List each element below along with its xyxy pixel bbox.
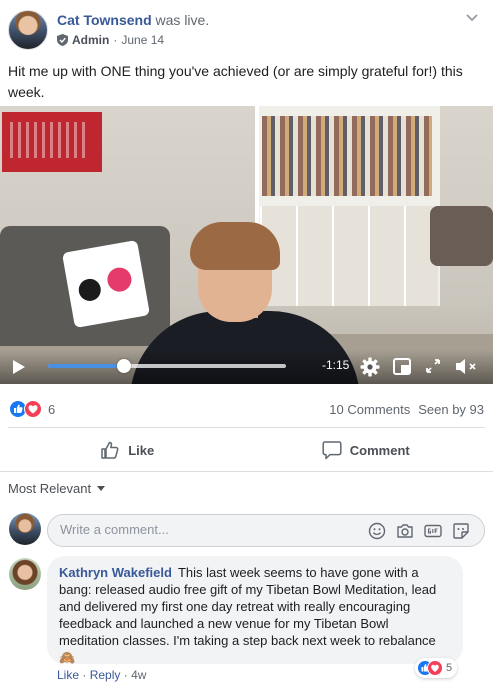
comment-input[interactable] xyxy=(60,522,350,537)
post-action-bar: Like Comment xyxy=(8,427,485,472)
thumbs-up-icon xyxy=(101,441,119,459)
play-icon[interactable] xyxy=(12,359,26,375)
books xyxy=(262,116,432,196)
comment-reaction-icons xyxy=(417,660,443,676)
comment-reply-link[interactable]: Reply xyxy=(90,668,121,682)
love-reaction-icon xyxy=(24,400,42,418)
like-label: Like xyxy=(128,442,155,458)
comment-age[interactable]: 4w xyxy=(131,668,146,682)
comment-reactions[interactable]: 5 xyxy=(415,658,458,678)
current-user-avatar xyxy=(9,513,41,545)
sticker-icon[interactable] xyxy=(452,522,470,540)
picture-in-picture-icon[interactable] xyxy=(393,358,411,375)
reaction-count[interactable]: 6 xyxy=(48,402,55,417)
post-meta: Admin · June 14 xyxy=(57,33,164,47)
comment-label: Comment xyxy=(349,442,410,458)
fullscreen-icon[interactable] xyxy=(425,358,441,374)
love-reaction-icon xyxy=(427,660,443,676)
sort-label: Most Relevant xyxy=(8,481,92,496)
comment-text: This last week seems to have gone with a… xyxy=(59,565,437,665)
like-reaction-icon xyxy=(9,400,27,418)
author-avatar[interactable] xyxy=(8,10,48,50)
comments-count[interactable]: 10 Comments xyxy=(329,402,410,417)
post-header: Cat Townsend was live. Admin · June 14 xyxy=(0,0,493,60)
reactions-icons[interactable] xyxy=(9,400,45,418)
comment-bubble: Kathryn Wakefield This last week seems to… xyxy=(47,556,463,665)
commenter-name[interactable]: Kathryn Wakefield xyxy=(59,565,172,580)
post-author-line: Cat Townsend was live. xyxy=(57,12,209,28)
stats-right: 10 Comments Seen by 93 xyxy=(329,402,484,417)
video-player[interactable] xyxy=(0,106,493,384)
post-text: Hit me up with ONE thing you've achieved… xyxy=(8,63,463,100)
shield-icon xyxy=(57,34,68,46)
gif-icon[interactable] xyxy=(424,522,442,540)
seen-by-count[interactable]: Seen by 93 xyxy=(418,402,484,417)
comment-composer[interactable] xyxy=(47,514,485,547)
meta-separator: · xyxy=(113,33,118,47)
emoji-icon[interactable] xyxy=(368,522,386,540)
post-stats: 6 10 Comments Seen by 93 xyxy=(0,394,493,424)
shelf-boxes xyxy=(260,206,438,306)
comment-sort-dropdown[interactable]: Most Relevant xyxy=(8,481,106,496)
video-progress-bar[interactable] xyxy=(48,359,286,373)
comment-actions-separator: · xyxy=(82,668,87,682)
wall-poster xyxy=(2,112,102,172)
video-progress-fill xyxy=(48,364,125,368)
presenter-hair xyxy=(190,222,280,270)
armchair xyxy=(430,206,493,266)
comment-button[interactable]: Comment xyxy=(247,428,486,472)
comment-reaction-count: 5 xyxy=(446,662,453,674)
pillow xyxy=(61,239,151,329)
post-action-text: was live. xyxy=(155,12,210,28)
author-name[interactable]: Cat Townsend xyxy=(57,12,152,28)
admin-badge: Admin xyxy=(72,33,110,47)
comment-bubble-icon xyxy=(322,441,342,460)
like-button[interactable]: Like xyxy=(8,428,247,472)
comment-actions: Like · Reply · 4w xyxy=(57,668,146,682)
camera-icon[interactable] xyxy=(396,522,414,540)
caret-down-icon xyxy=(97,486,106,491)
comment-like-link[interactable]: Like xyxy=(57,668,79,682)
chevron-down-icon[interactable] xyxy=(465,10,479,24)
post-date[interactable]: June 14 xyxy=(121,33,164,47)
divider xyxy=(0,471,493,472)
commenter-avatar[interactable] xyxy=(9,558,41,590)
comment-actions-separator: · xyxy=(123,668,128,682)
time-remaining: -1:15 xyxy=(322,358,350,372)
muted-volume-icon[interactable] xyxy=(455,358,479,375)
gear-icon[interactable] xyxy=(360,357,380,377)
